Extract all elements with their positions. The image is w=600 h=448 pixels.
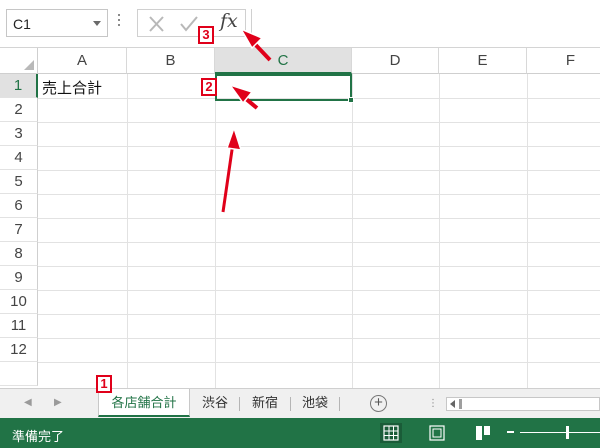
column-header-a[interactable]: A bbox=[38, 48, 127, 74]
active-cell-c1[interactable] bbox=[215, 74, 352, 101]
row-header-12[interactable]: 12 bbox=[0, 338, 38, 362]
gridline bbox=[38, 146, 600, 147]
tab-divider bbox=[339, 397, 340, 411]
gridline bbox=[38, 218, 600, 219]
status-bar: 準備完了 bbox=[0, 418, 600, 448]
drag-handle-icon[interactable] bbox=[118, 14, 121, 32]
cross-icon[interactable] bbox=[146, 14, 168, 34]
plus-circle-icon[interactable]: + bbox=[370, 395, 387, 412]
horizontal-scrollbar[interactable] bbox=[446, 397, 600, 411]
annotation-badge-2: 2 bbox=[201, 78, 217, 96]
page-break-icon[interactable] bbox=[472, 423, 494, 443]
gridline bbox=[38, 314, 600, 315]
zoom-out-icon[interactable] bbox=[507, 431, 514, 433]
column-header-d[interactable]: D bbox=[352, 48, 439, 74]
page-layout-icon[interactable] bbox=[426, 423, 448, 443]
column-header-b[interactable]: B bbox=[127, 48, 215, 74]
row-header-1[interactable]: 1 bbox=[0, 74, 38, 98]
tab-scroll-left-icon[interactable]: ◀ bbox=[24, 397, 32, 408]
row-header-2[interactable]: 2 bbox=[0, 98, 38, 122]
gridline bbox=[38, 194, 600, 195]
row-header-11[interactable]: 11 bbox=[0, 314, 38, 338]
sheet-tab-池袋[interactable]: 池袋 bbox=[293, 389, 337, 417]
scroll-left-icon[interactable] bbox=[450, 400, 455, 408]
row-header-3[interactable]: 3 bbox=[0, 122, 38, 146]
column-header-f[interactable]: F bbox=[527, 48, 600, 74]
annotation-badge-3: 3 bbox=[198, 26, 214, 44]
insert-function-button[interactable]: fx bbox=[220, 10, 238, 32]
select-all-button[interactable] bbox=[0, 48, 38, 74]
tab-scroll-right-icon[interactable]: ▶ bbox=[54, 397, 62, 408]
sheet-tab-渋谷[interactable]: 渋谷 bbox=[193, 389, 237, 417]
gridline bbox=[38, 266, 600, 267]
fill-handle[interactable] bbox=[348, 97, 354, 103]
tab-divider bbox=[290, 397, 291, 411]
gridline bbox=[38, 338, 600, 339]
status-ready-text: 準備完了 bbox=[12, 429, 65, 444]
check-icon[interactable] bbox=[178, 14, 200, 34]
gridline bbox=[38, 122, 600, 123]
annotation-badge-1: 1 bbox=[96, 375, 112, 393]
zoom-slider-thumb[interactable] bbox=[566, 426, 569, 439]
row-header-8[interactable]: 8 bbox=[0, 242, 38, 266]
cell-a1[interactable]: 売上合計 bbox=[42, 77, 102, 98]
name-box[interactable]: C1 bbox=[6, 9, 108, 37]
row-header-9[interactable]: 9 bbox=[0, 266, 38, 290]
formula-input[interactable] bbox=[251, 9, 600, 37]
formula-buttons: fx bbox=[137, 9, 246, 37]
gridline bbox=[38, 170, 600, 171]
name-box-value: C1 bbox=[13, 16, 31, 32]
chevron-down-icon[interactable] bbox=[93, 21, 101, 26]
tab-divider bbox=[239, 397, 240, 411]
tab-overflow-icon[interactable]: ⋮ bbox=[428, 398, 438, 409]
gridline bbox=[38, 362, 600, 363]
column-header-e[interactable]: E bbox=[439, 48, 527, 74]
gridline bbox=[38, 242, 600, 243]
worksheet-grid[interactable]: A B C D E F 1 2 3 4 5 6 7 8 9 10 11 12 売… bbox=[0, 48, 600, 388]
row-header-10[interactable]: 10 bbox=[0, 290, 38, 314]
sheet-tab-bar: ◀ ▶ 各店舗合計 渋谷 新宿 池袋 + ⋮ bbox=[0, 388, 600, 418]
row-header-6[interactable]: 6 bbox=[0, 194, 38, 218]
grid-view-icon[interactable] bbox=[380, 423, 402, 443]
row-header-13[interactable] bbox=[0, 362, 38, 386]
zoom-slider[interactable] bbox=[520, 432, 600, 433]
scrollbar-thumb[interactable] bbox=[459, 399, 462, 409]
row-header-7[interactable]: 7 bbox=[0, 218, 38, 242]
sheet-tab-新宿[interactable]: 新宿 bbox=[242, 389, 288, 417]
column-header-c[interactable]: C bbox=[215, 48, 352, 74]
sheet-tab-各店舗合計[interactable]: 各店舗合計 bbox=[98, 389, 190, 417]
formula-bar: C1 fx bbox=[0, 0, 600, 48]
row-header-4[interactable]: 4 bbox=[0, 146, 38, 170]
row-header-5[interactable]: 5 bbox=[0, 170, 38, 194]
gridline bbox=[38, 290, 600, 291]
